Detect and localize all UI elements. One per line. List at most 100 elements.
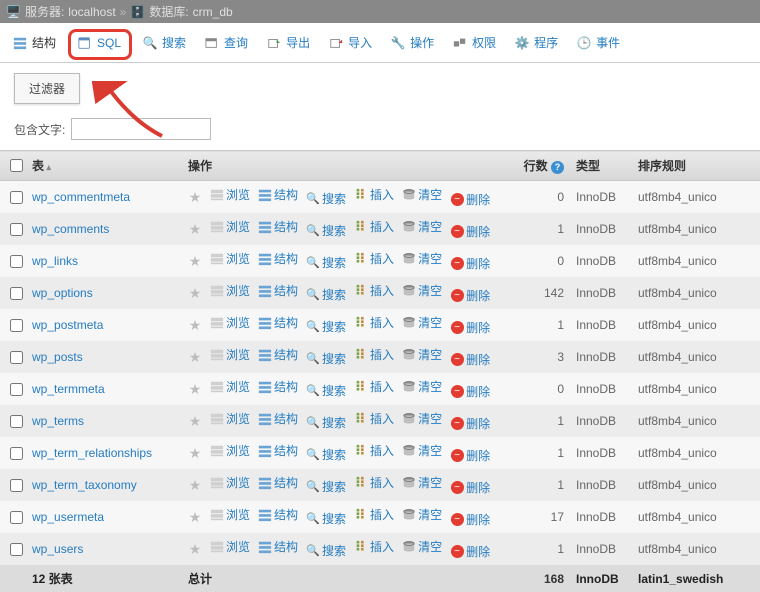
op-browse[interactable]: 浏览 xyxy=(210,314,250,331)
row-checkbox[interactable] xyxy=(10,479,23,492)
op-drop[interactable]: −删除 xyxy=(450,383,490,400)
row-checkbox[interactable] xyxy=(10,319,23,332)
op-search[interactable]: 🔍搜索 xyxy=(306,254,346,271)
op-insert[interactable]: 插入 xyxy=(354,314,394,331)
op-insert[interactable]: 插入 xyxy=(354,186,394,203)
op-drop[interactable]: −删除 xyxy=(450,223,490,240)
row-checkbox[interactable] xyxy=(10,447,23,460)
col-collation-header[interactable]: 排序规则 xyxy=(632,151,760,181)
table-name-link[interactable]: wp_comments xyxy=(32,222,109,236)
op-empty[interactable]: 清空 xyxy=(402,442,442,459)
op-structure[interactable]: 结构 xyxy=(258,442,298,459)
op-empty[interactable]: 清空 xyxy=(402,218,442,235)
db-name[interactable]: crm_db xyxy=(193,5,233,19)
op-drop[interactable]: −删除 xyxy=(450,255,490,272)
op-browse[interactable]: 浏览 xyxy=(210,538,250,555)
star-icon[interactable]: ★ xyxy=(188,317,202,334)
server-name[interactable]: localhost xyxy=(68,5,115,19)
col-type-header[interactable]: 类型 xyxy=(570,151,632,181)
op-browse[interactable]: 浏览 xyxy=(210,282,250,299)
star-icon[interactable]: ★ xyxy=(188,189,202,206)
tab-structure[interactable]: 结构 xyxy=(4,28,66,61)
op-empty[interactable]: 清空 xyxy=(402,346,442,363)
op-search[interactable]: 🔍搜索 xyxy=(306,382,346,399)
table-name-link[interactable]: wp_termmeta xyxy=(32,382,105,396)
tab-import[interactable]: 导入 xyxy=(320,28,382,61)
table-name-link[interactable]: wp_links xyxy=(32,254,78,268)
row-checkbox[interactable] xyxy=(10,287,23,300)
row-checkbox[interactable] xyxy=(10,383,23,396)
op-insert[interactable]: 插入 xyxy=(354,474,394,491)
table-name-link[interactable]: wp_commentmeta xyxy=(32,190,130,204)
op-browse[interactable]: 浏览 xyxy=(210,474,250,491)
star-icon[interactable]: ★ xyxy=(188,541,202,558)
col-table-header[interactable]: 表 xyxy=(26,151,182,181)
op-browse[interactable]: 浏览 xyxy=(210,378,250,395)
op-structure[interactable]: 结构 xyxy=(258,410,298,427)
op-empty[interactable]: 清空 xyxy=(402,410,442,427)
op-structure[interactable]: 结构 xyxy=(258,314,298,331)
op-structure[interactable]: 结构 xyxy=(258,282,298,299)
op-browse[interactable]: 浏览 xyxy=(210,506,250,523)
op-structure[interactable]: 结构 xyxy=(258,474,298,491)
op-drop[interactable]: −删除 xyxy=(450,351,490,368)
star-icon[interactable]: ★ xyxy=(188,253,202,270)
star-icon[interactable]: ★ xyxy=(188,477,202,494)
op-insert[interactable]: 插入 xyxy=(354,538,394,555)
op-insert[interactable]: 插入 xyxy=(354,506,394,523)
row-checkbox[interactable] xyxy=(10,191,23,204)
select-all-checkbox[interactable] xyxy=(10,159,23,172)
row-checkbox[interactable] xyxy=(10,223,23,236)
help-icon[interactable]: ? xyxy=(551,161,564,174)
op-empty[interactable]: 清空 xyxy=(402,506,442,523)
op-search[interactable]: 🔍搜索 xyxy=(306,478,346,495)
table-name-link[interactable]: wp_options xyxy=(32,286,93,300)
op-browse[interactable]: 浏览 xyxy=(210,250,250,267)
tab-privileges[interactable]: 权限 xyxy=(444,28,506,61)
op-search[interactable]: 🔍搜索 xyxy=(306,222,346,239)
col-checkbox[interactable] xyxy=(0,151,26,181)
star-icon[interactable]: ★ xyxy=(188,381,202,398)
op-browse[interactable]: 浏览 xyxy=(210,186,250,203)
op-drop[interactable]: −删除 xyxy=(450,479,490,496)
col-rows-header[interactable]: 行数 ? xyxy=(512,151,570,181)
row-checkbox[interactable] xyxy=(10,511,23,524)
op-browse[interactable]: 浏览 xyxy=(210,410,250,427)
op-insert[interactable]: 插入 xyxy=(354,250,394,267)
op-drop[interactable]: −删除 xyxy=(450,319,490,336)
star-icon[interactable]: ★ xyxy=(188,285,202,302)
op-browse[interactable]: 浏览 xyxy=(210,442,250,459)
op-structure[interactable]: 结构 xyxy=(258,186,298,203)
tab-operations[interactable]: 🔧 操作 xyxy=(382,28,444,61)
op-insert[interactable]: 插入 xyxy=(354,410,394,427)
table-name-link[interactable]: wp_users xyxy=(32,542,83,556)
table-name-link[interactable]: wp_posts xyxy=(32,350,83,364)
table-name-link[interactable]: wp_term_taxonomy xyxy=(32,478,137,492)
op-insert[interactable]: 插入 xyxy=(354,346,394,363)
op-browse[interactable]: 浏览 xyxy=(210,218,250,235)
row-checkbox[interactable] xyxy=(10,255,23,268)
op-browse[interactable]: 浏览 xyxy=(210,346,250,363)
op-drop[interactable]: −删除 xyxy=(450,447,490,464)
op-structure[interactable]: 结构 xyxy=(258,218,298,235)
op-search[interactable]: 🔍搜索 xyxy=(306,286,346,303)
op-insert[interactable]: 插入 xyxy=(354,218,394,235)
op-insert[interactable]: 插入 xyxy=(354,282,394,299)
row-checkbox[interactable] xyxy=(10,415,23,428)
op-empty[interactable]: 清空 xyxy=(402,314,442,331)
op-structure[interactable]: 结构 xyxy=(258,378,298,395)
op-structure[interactable]: 结构 xyxy=(258,538,298,555)
op-search[interactable]: 🔍搜索 xyxy=(306,350,346,367)
table-name-link[interactable]: wp_terms xyxy=(32,414,84,428)
op-structure[interactable]: 结构 xyxy=(258,506,298,523)
op-search[interactable]: 🔍搜索 xyxy=(306,510,346,527)
op-search[interactable]: 🔍搜索 xyxy=(306,318,346,335)
op-empty[interactable]: 清空 xyxy=(402,186,442,203)
star-icon[interactable]: ★ xyxy=(188,509,202,526)
op-drop[interactable]: −删除 xyxy=(450,511,490,528)
op-drop[interactable]: −删除 xyxy=(450,287,490,304)
op-empty[interactable]: 清空 xyxy=(402,282,442,299)
filter-input[interactable] xyxy=(71,118,211,140)
row-checkbox[interactable] xyxy=(10,351,23,364)
op-search[interactable]: 🔍搜索 xyxy=(306,190,346,207)
